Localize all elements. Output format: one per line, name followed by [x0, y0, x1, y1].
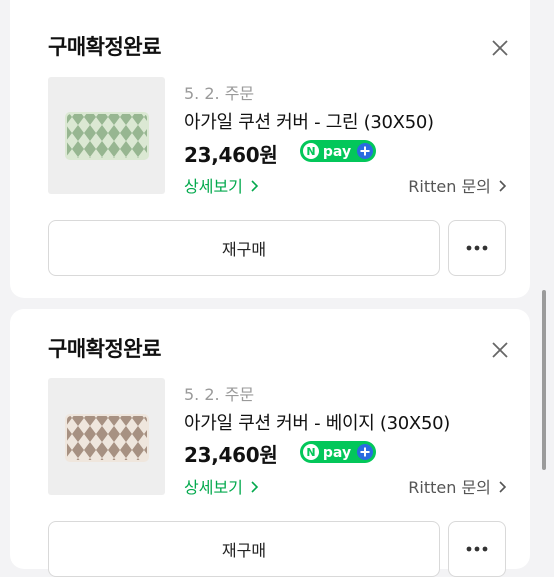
chevron-right-icon — [499, 481, 507, 493]
rebuy-button[interactable]: 재구매 — [48, 220, 440, 276]
svg-text:N: N — [306, 446, 315, 459]
chevron-right-icon — [499, 180, 507, 192]
detail-link[interactable]: 상세보기 — [184, 173, 260, 197]
product-thumbnail[interactable] — [48, 378, 165, 495]
product-name[interactable]: 아가일 쿠션 커버 - 베이지 (30X50) — [184, 409, 450, 435]
order-date: 5. 2. 주문 — [184, 84, 255, 103]
svg-text:pay: pay — [323, 445, 351, 461]
detail-link-label: 상세보기 — [184, 478, 243, 497]
product-price: 23,460원 — [184, 443, 278, 467]
svg-text:pay: pay — [323, 144, 351, 160]
npay-logo-icon: N pay — [300, 140, 376, 162]
more-icon — [466, 546, 488, 552]
chevron-right-icon — [251, 481, 259, 493]
order-card: 구매확정완료 5. 2. 주문 아가일 쿠션 커버 - 베이지 (30X50) … — [10, 309, 530, 577]
seller-inquiry-label: Ritten 문의 — [408, 177, 491, 196]
rebuy-button[interactable]: 재구매 — [48, 521, 440, 577]
npay-badge: N pay — [300, 140, 376, 162]
product-price: 23,460원 — [184, 143, 278, 167]
seller-inquiry-link[interactable]: Ritten 문의 — [408, 173, 508, 197]
detail-link[interactable]: 상세보기 — [184, 474, 260, 498]
order-status-title: 구매확정완료 — [48, 35, 161, 59]
order-status-title: 구매확정완료 — [48, 337, 161, 361]
npay-logo-icon: N pay — [300, 441, 376, 463]
close-icon[interactable] — [490, 340, 510, 360]
product-name[interactable]: 아가일 쿠션 커버 - 그린 (30X50) — [184, 108, 434, 134]
more-icon — [466, 245, 488, 251]
seller-inquiry-label: Ritten 문의 — [408, 478, 491, 497]
more-options-button[interactable] — [448, 521, 506, 577]
rebuy-button-label: 재구매 — [221, 541, 267, 560]
rebuy-button-label: 재구매 — [221, 240, 267, 259]
product-thumbnail[interactable] — [48, 77, 165, 194]
svg-text:N: N — [306, 145, 315, 158]
detail-link-label: 상세보기 — [184, 177, 243, 196]
close-icon[interactable] — [490, 38, 510, 58]
scrollbar[interactable] — [542, 290, 546, 470]
chevron-right-icon — [251, 180, 259, 192]
seller-inquiry-link[interactable]: Ritten 문의 — [408, 474, 508, 498]
order-card: 구매확정완료 5. 2. 주문 아가일 쿠션 커버 - 그린 (30X50) 2… — [10, 0, 530, 298]
more-options-button[interactable] — [448, 220, 506, 276]
order-date: 5. 2. 주문 — [184, 385, 255, 404]
cushion-image — [65, 414, 149, 462]
cushion-image — [65, 112, 149, 160]
npay-badge: N pay — [300, 441, 376, 463]
